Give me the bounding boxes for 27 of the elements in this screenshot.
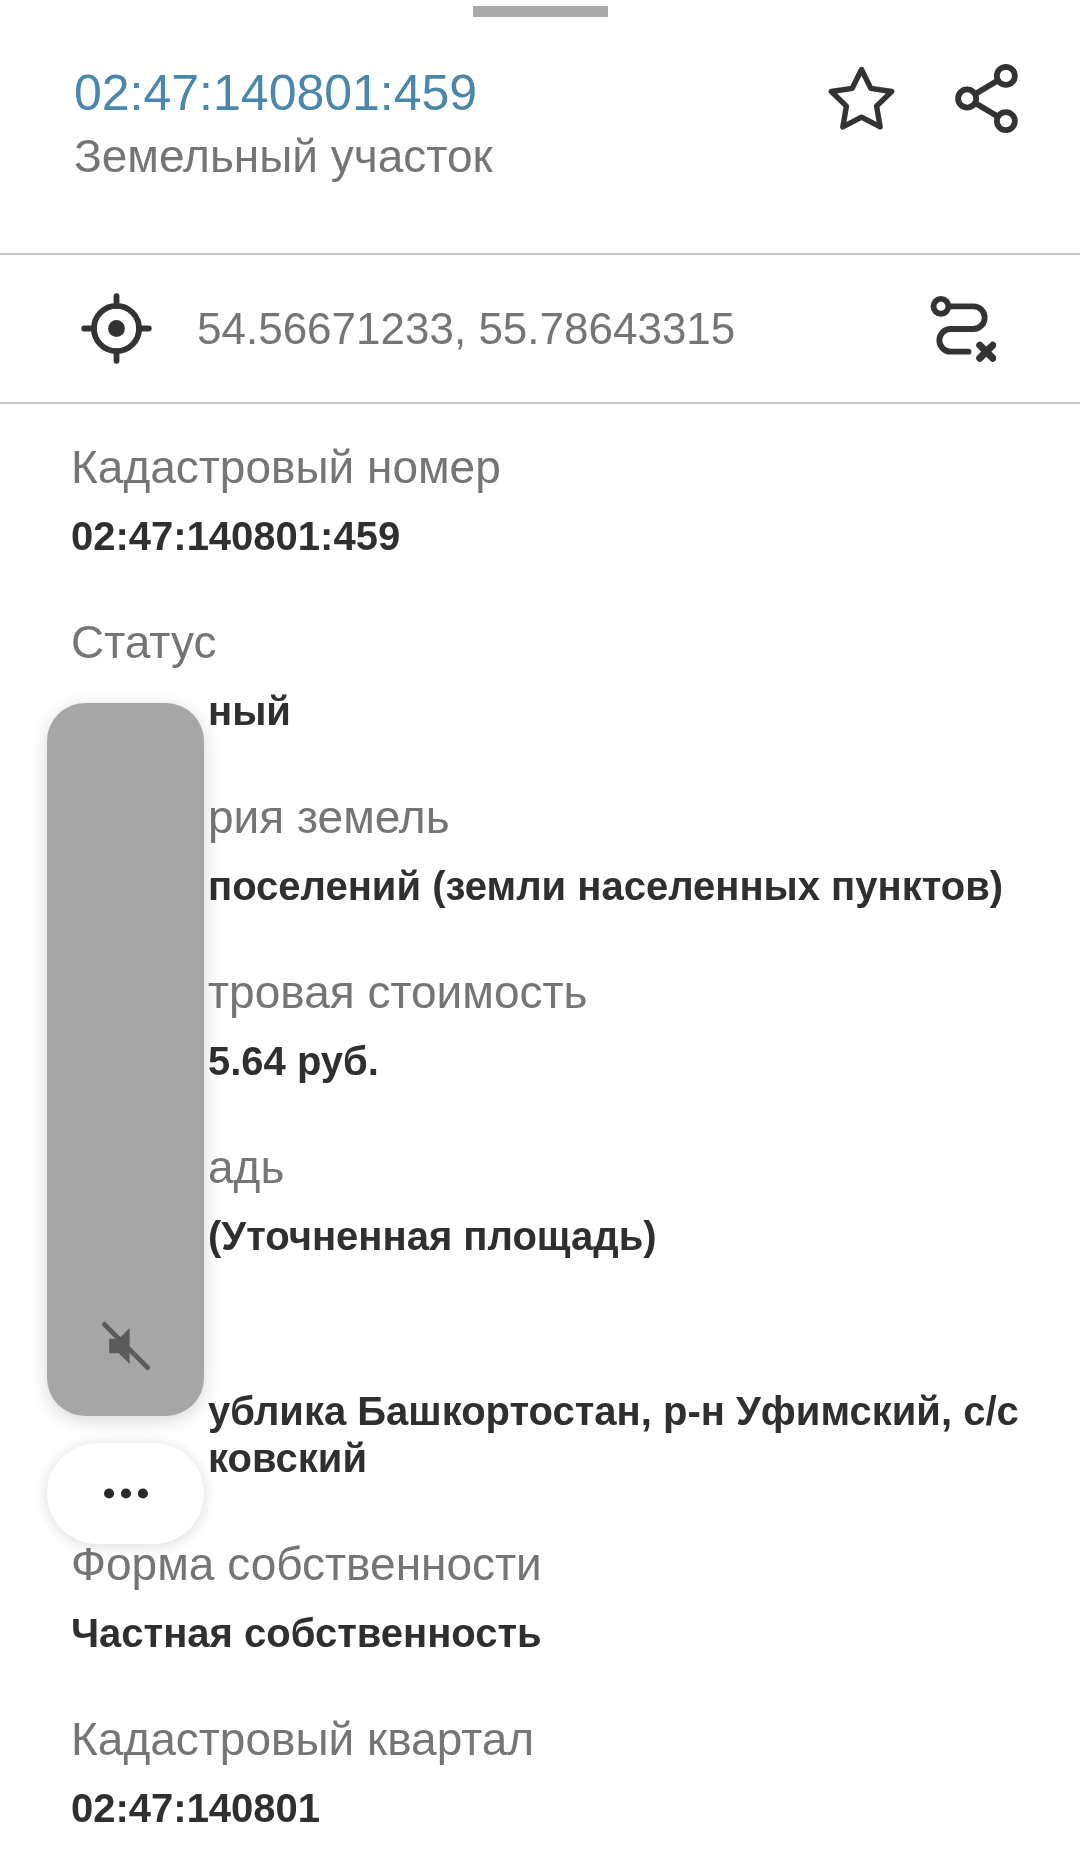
coordinates-text: 54.56671233, 55.78643315 — [197, 303, 736, 354]
field-value: Частная собственность — [71, 1610, 542, 1657]
field-value: ный — [208, 688, 291, 735]
parcel-type: Земельный участок — [74, 130, 493, 182]
route-icon — [928, 294, 996, 363]
field-value: поселений (земли населенных пунктов) — [208, 863, 1004, 910]
field-label: рия земель — [208, 791, 450, 843]
target-icon — [81, 293, 152, 364]
field-value: (Уточненная площадь) — [208, 1213, 657, 1260]
route-button[interactable] — [928, 294, 996, 363]
field-label: Форма собственности — [71, 1538, 542, 1590]
field-label: Кадастровый номер — [71, 441, 501, 493]
share-icon — [954, 63, 1019, 134]
favorite-button[interactable] — [828, 66, 895, 131]
field-value: ковский — [208, 1435, 367, 1482]
drag-handle[interactable] — [472, 6, 608, 17]
field-label: адь — [208, 1141, 285, 1193]
field-label: Статус — [71, 616, 217, 668]
field-value: ублика Башкортостан, р-н Уфимский, с/с — [208, 1388, 1019, 1435]
more-icon — [103, 1488, 148, 1499]
parcel-title: 02:47:140801:459 — [74, 64, 478, 123]
field-value: 5.64 руб. — [208, 1038, 379, 1085]
field-label: тровая стоимость — [208, 966, 588, 1018]
field-value: 02:47:140801:459 — [71, 513, 401, 560]
field-label: Кадастровый квартал — [71, 1713, 535, 1765]
field-value: 02:47:140801 — [71, 1785, 321, 1832]
share-button[interactable] — [954, 63, 1019, 134]
